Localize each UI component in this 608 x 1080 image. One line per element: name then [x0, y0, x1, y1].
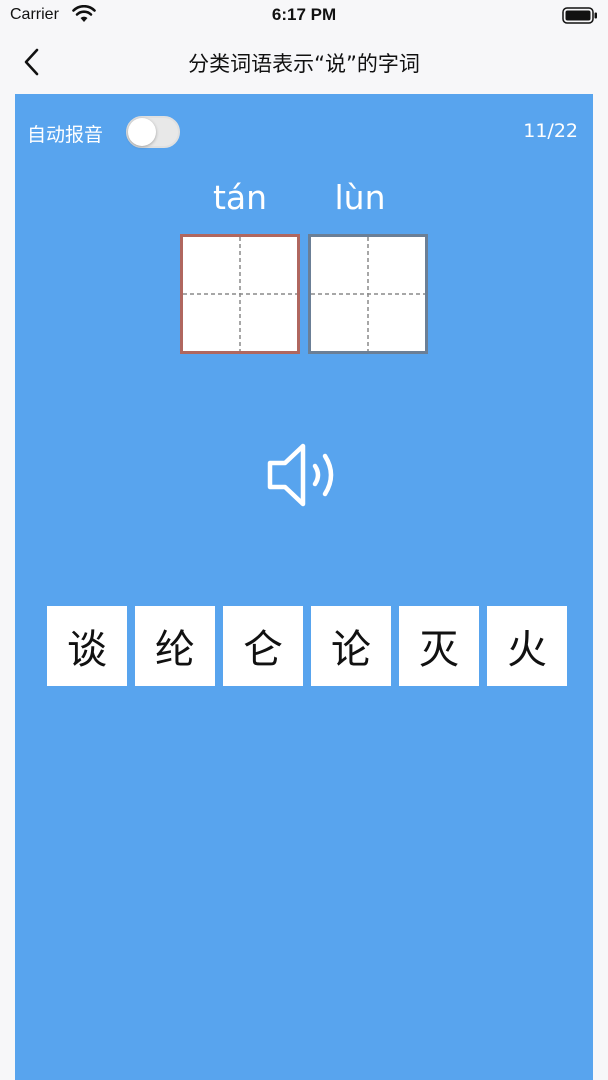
speaker-icon[interactable] [265, 438, 345, 512]
pinyin-label: lùn [334, 178, 386, 217]
choice-tile[interactable]: 灭 [399, 606, 479, 686]
choice-tile[interactable]: 仑 [223, 606, 303, 686]
clock: 6:17 PM [271, 5, 337, 24]
progress-counter: 11/22 [523, 120, 578, 142]
choice-tile[interactable]: 火 [487, 606, 567, 686]
tian-grid [183, 237, 297, 351]
answer-box-1[interactable] [180, 234, 300, 354]
tian-grid [311, 237, 425, 351]
choice-tile[interactable]: 谈 [47, 606, 127, 686]
auto-audio-label: 自动报音 [27, 124, 104, 146]
status-bar: Carrier 6:17 PM [0, 0, 608, 32]
toggle-knob [128, 118, 156, 146]
choice-tile[interactable]: 纶 [135, 606, 215, 686]
battery-icon [562, 7, 597, 24]
nav-bar: 分类词语表示“说”的字词 [0, 36, 608, 88]
answer-box-2[interactable] [308, 234, 428, 354]
choice-tile[interactable]: 论 [311, 606, 391, 686]
auto-audio-toggle[interactable] [126, 116, 180, 148]
page-title: 分类词语表示“说”的字词 [188, 52, 420, 76]
pinyin-label: tán [212, 178, 268, 217]
quiz-card: 自动报音 11/22 tán lùn 谈 纶 仑 论 灭 火 [15, 94, 593, 1080]
